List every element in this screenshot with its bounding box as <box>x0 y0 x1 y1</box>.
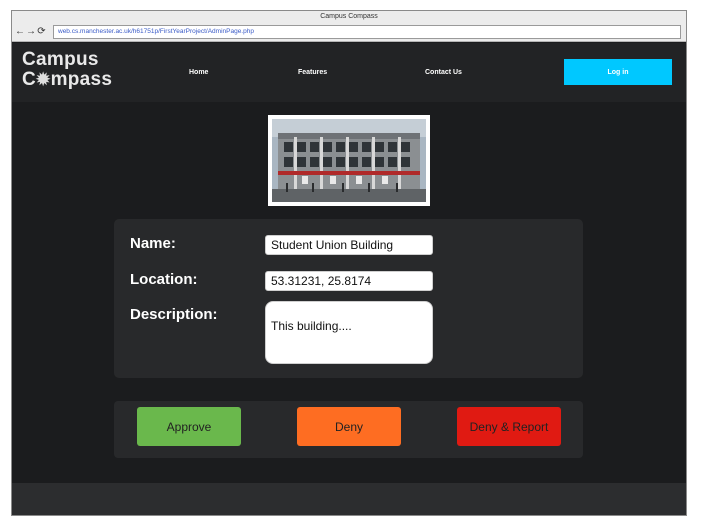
nav-home-link[interactable]: Home <box>189 69 208 76</box>
address-bar[interactable]: web.cs.manchester.ac.uk/h61751p/FirstYea… <box>53 25 681 39</box>
deny-and-report-button[interactable]: Deny & Report <box>457 407 561 446</box>
site-header: Campus C✹mpass Home Features Contact Us … <box>12 43 686 102</box>
moderation-actions: Approve Deny Deny & Report <box>114 401 583 458</box>
logo-line-1: Campus <box>22 49 99 70</box>
logo-line-2: C✹mpass <box>22 70 112 90</box>
nav-features-link[interactable]: Features <box>298 69 327 76</box>
approve-button[interactable]: Approve <box>137 407 241 446</box>
description-label: Description: <box>130 306 218 323</box>
logo-line-2-prefix: C <box>22 69 37 90</box>
logo-line-2-suffix: mpass <box>50 69 113 90</box>
site-footer <box>12 483 686 515</box>
site-logo[interactable]: Campus C✹mpass <box>22 50 112 90</box>
description-field[interactable]: This building.... <box>265 301 433 364</box>
browser-chrome: Campus Compass ← → ⟳ web.cs.manchester.a… <box>12 11 686 42</box>
location-field[interactable]: 53.31231, 25.8174 <box>265 271 433 291</box>
building-photo <box>272 119 426 202</box>
browser-nav: ← → ⟳ <box>15 26 46 37</box>
location-label: Location: <box>130 271 198 288</box>
name-label: Name: <box>130 235 176 252</box>
name-field[interactable]: Student Union Building <box>265 235 433 255</box>
nav-contact-link[interactable]: Contact Us <box>425 69 462 76</box>
building-photo-illustration <box>272 119 426 202</box>
deny-button[interactable]: Deny <box>297 407 401 446</box>
browser-window: Campus Compass ← → ⟳ web.cs.manchester.a… <box>11 10 687 516</box>
login-button[interactable]: Log in <box>564 59 672 85</box>
window-title: Campus Compass <box>320 13 378 20</box>
building-photo-frame <box>268 115 430 206</box>
back-arrow-icon[interactable]: ← <box>15 26 25 37</box>
reload-icon[interactable]: ⟳ <box>37 26 46 37</box>
compass-gear-icon: ✹ <box>36 70 51 89</box>
forward-arrow-icon[interactable]: → <box>26 26 36 37</box>
building-details-card: Name: Student Union Building Location: 5… <box>114 219 583 378</box>
